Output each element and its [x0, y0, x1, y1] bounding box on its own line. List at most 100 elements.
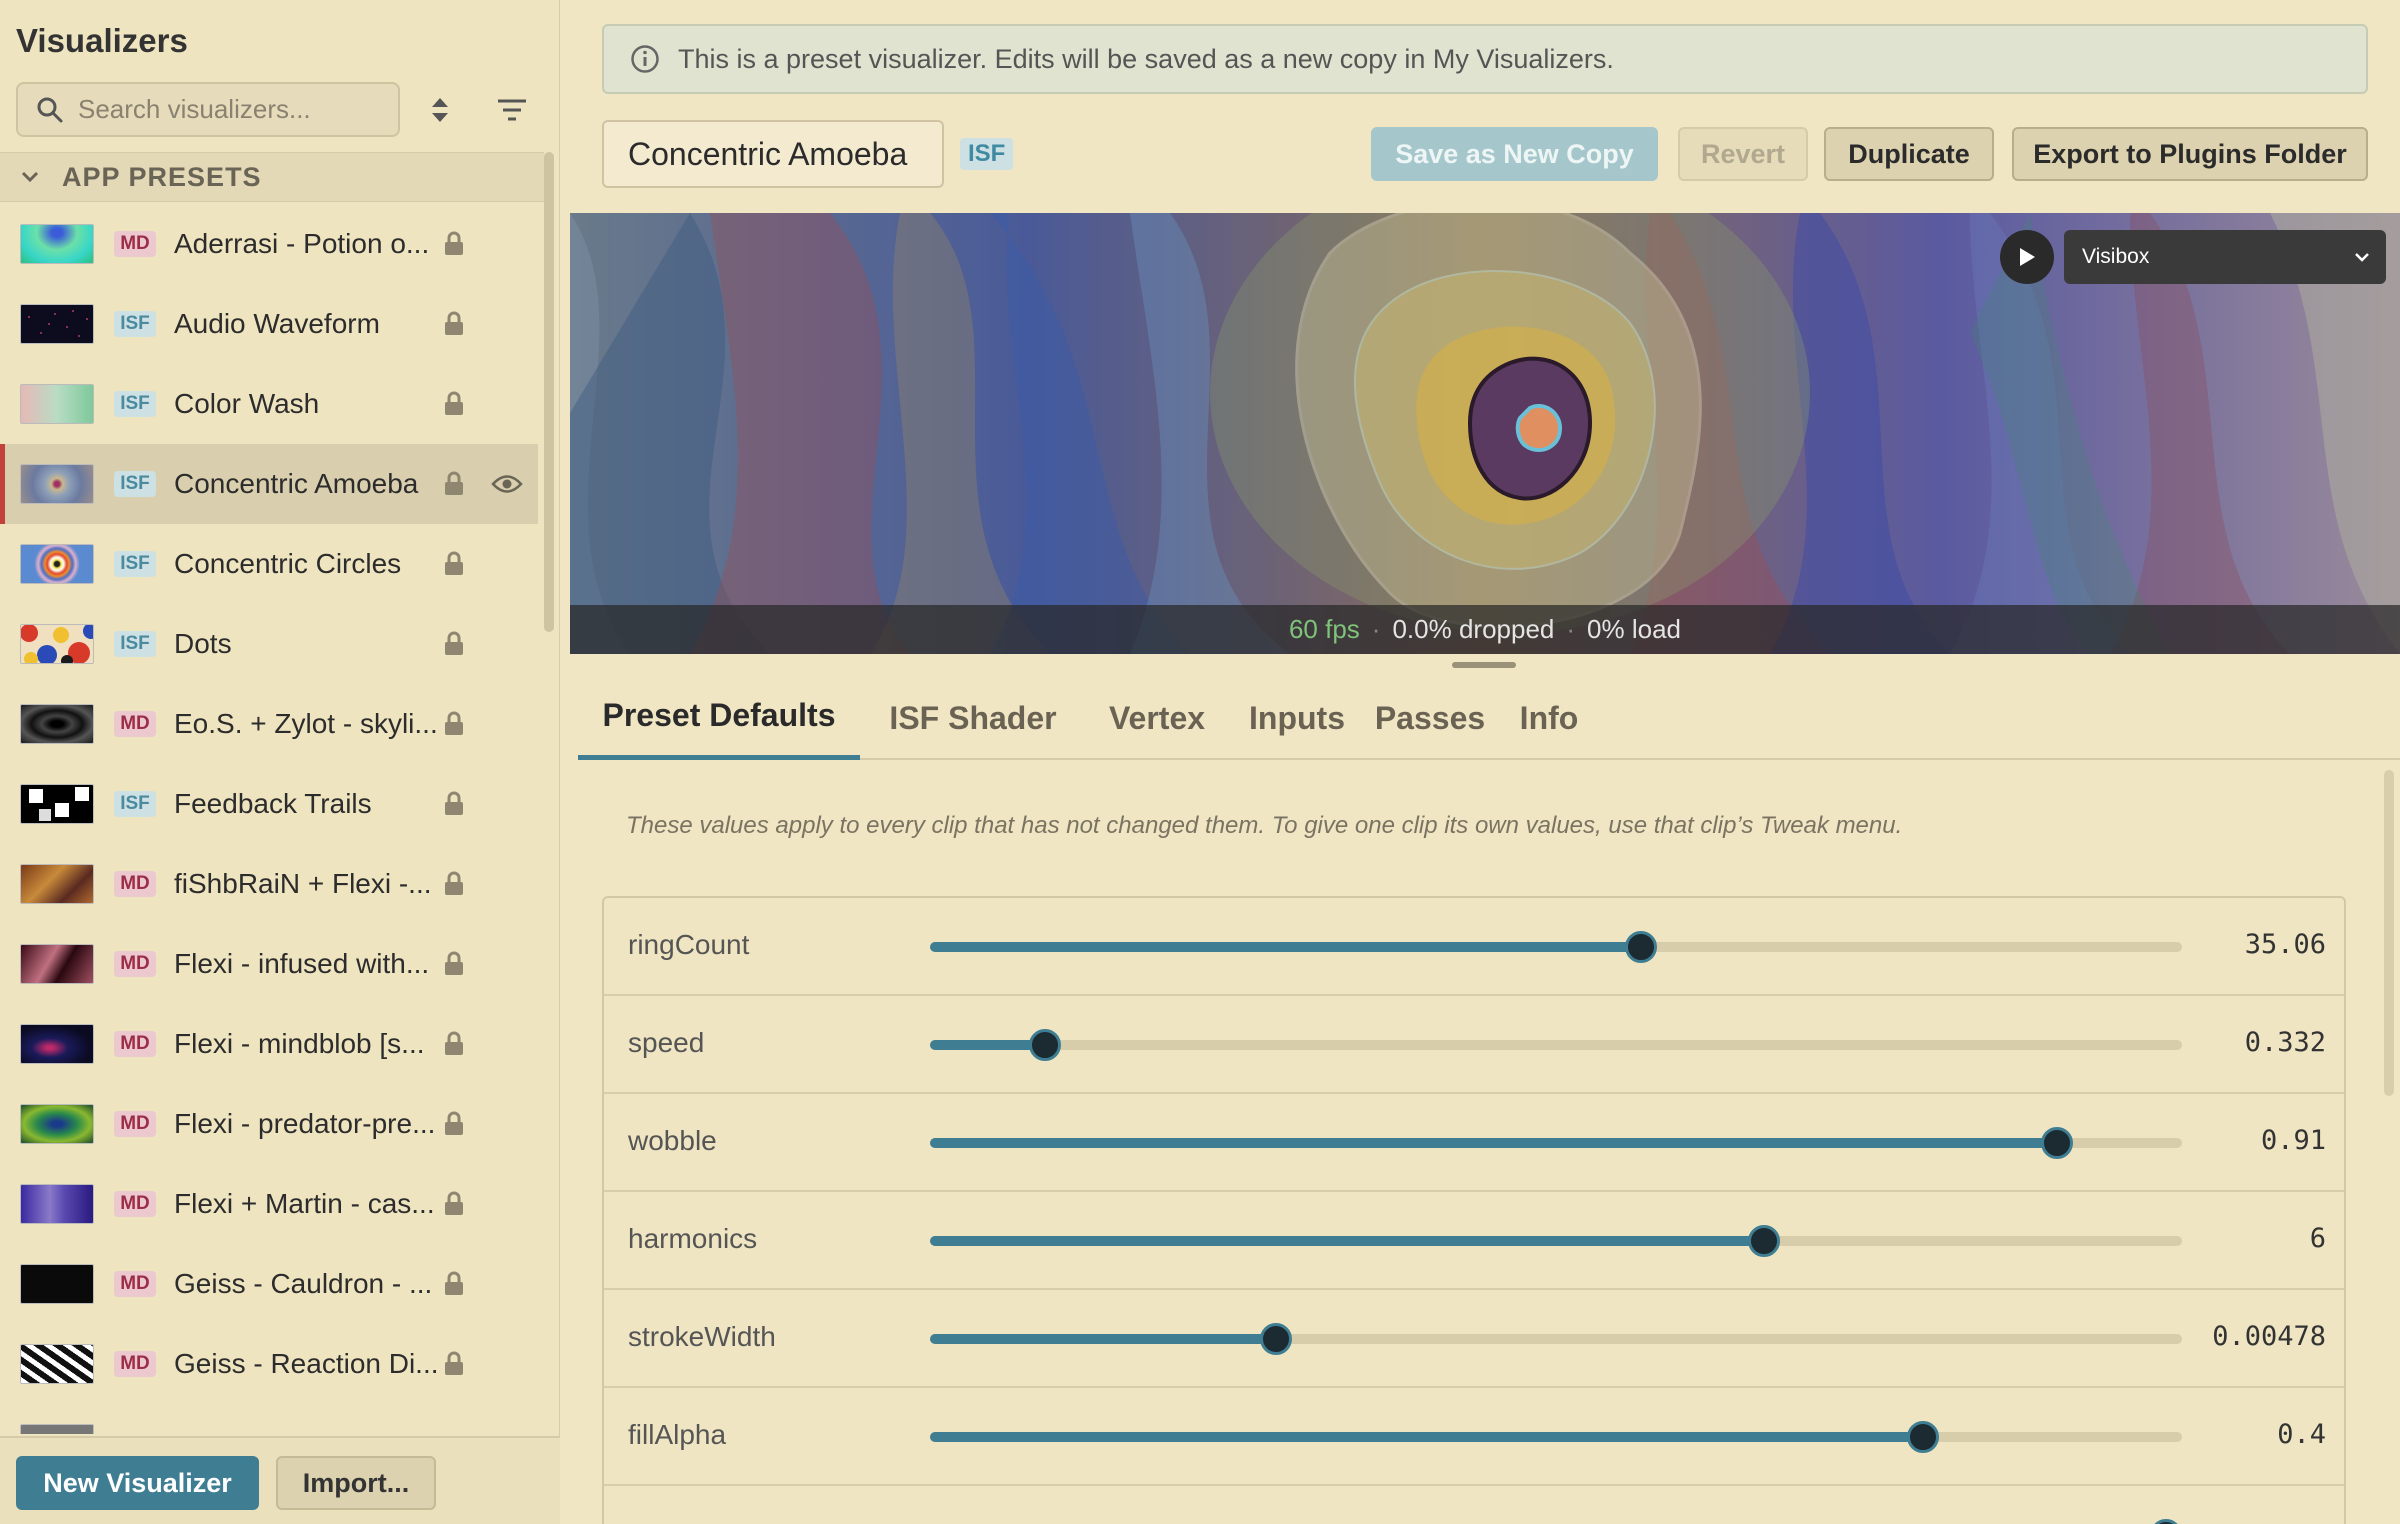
separator: ·: [1371, 614, 1381, 644]
lock-icon: [445, 231, 463, 255]
lock-icon: [445, 1351, 463, 1375]
tab-vertex[interactable]: Vertex: [1086, 676, 1228, 760]
md-badge: MD: [114, 1191, 156, 1217]
slider-knob[interactable]: [2149, 1519, 2182, 1524]
new-visualizer-button[interactable]: New Visualizer: [16, 1456, 259, 1510]
list-item[interactable]: MD Geiss - Cauldron - ...: [0, 1244, 538, 1324]
param-value[interactable]: 0.00478: [2212, 1321, 2326, 1352]
lock-icon: [445, 791, 463, 815]
param-value[interactable]: 0.332: [2245, 1027, 2326, 1058]
list-item[interactable]: MD Flexi - predator-pre...: [0, 1084, 538, 1164]
tab-info[interactable]: Info: [1504, 676, 1594, 760]
lock-icon: [445, 471, 463, 495]
thumbnail: [20, 704, 94, 744]
visualizer-name-field[interactable]: Concentric Amoeba: [602, 120, 944, 188]
list-item[interactable]: ISF Dots: [0, 604, 538, 684]
slider-knob[interactable]: [1747, 1225, 1780, 1257]
search-input[interactable]: [78, 94, 378, 125]
eye-icon[interactable]: [491, 473, 523, 495]
sidebar-scrollbar[interactable]: [544, 152, 554, 632]
param-value[interactable]: 0.4: [2277, 1419, 2326, 1450]
list-item[interactable]: MD Flexi - mindblob [s...: [0, 1004, 538, 1084]
slider-knob[interactable]: [1906, 1421, 1939, 1453]
lock-icon: [445, 311, 463, 335]
param-slider[interactable]: [930, 1323, 2182, 1355]
param-value[interactable]: 35.06: [2245, 929, 2326, 960]
param-slider[interactable]: [930, 1127, 2182, 1159]
thumbnail: [20, 1104, 94, 1144]
panel-scrollbar[interactable]: [2384, 770, 2394, 1096]
thumbnail: [20, 1024, 94, 1064]
sort-button[interactable]: [420, 90, 460, 130]
param-value[interactable]: 0.91: [2261, 1125, 2326, 1156]
list-item[interactable]: ISF Feedback Trails: [0, 764, 538, 844]
item-name: Geiss - Cauldron - ...: [174, 1268, 433, 1299]
slider-knob[interactable]: [1259, 1323, 1292, 1355]
list-item[interactable]: [0, 1404, 538, 1434]
import-button[interactable]: Import...: [276, 1456, 436, 1510]
param-row: wobble 0.91: [604, 1094, 2344, 1192]
preview-resize-handle[interactable]: [1452, 662, 1516, 668]
param-row: [604, 1486, 2344, 1524]
lock-icon: [445, 871, 463, 895]
output-select[interactable]: Visibox: [2064, 230, 2386, 284]
item-name: Flexi + Martin - cas...: [174, 1188, 435, 1219]
list-item[interactable]: MD Eo.S. + Zylot - skyli...: [0, 684, 538, 764]
item-name: Eo.S. + Zylot - skyli...: [174, 708, 438, 739]
param-slider[interactable]: [930, 1421, 2182, 1453]
item-name: Aderrasi - Potion o...: [174, 228, 430, 259]
list-item[interactable]: MD fiShbRaiN + Flexi -...: [0, 844, 538, 924]
param-name: speed: [628, 1027, 705, 1058]
tab-inputs[interactable]: Inputs: [1238, 676, 1356, 760]
param-slider[interactable]: [930, 1225, 2182, 1257]
tab-isf-shader[interactable]: ISF Shader: [868, 676, 1078, 760]
info-icon: [631, 45, 659, 73]
item-name: Flexi - infused with...: [174, 948, 430, 979]
lock-icon: [445, 391, 463, 415]
list-item[interactable]: MD Geiss - Reaction Di...: [0, 1324, 538, 1404]
list-item[interactable]: ISF Color Wash: [0, 364, 538, 444]
tab-preset-defaults[interactable]: Preset Defaults: [578, 676, 860, 760]
param-slider[interactable]: [930, 1029, 2182, 1061]
app-presets-section-header[interactable]: APP PRESETS: [0, 152, 544, 202]
md-badge: MD: [114, 1271, 156, 1297]
list-item[interactable]: MD Aderrasi - Potion o...: [0, 204, 538, 284]
param-name: strokeWidth: [628, 1321, 776, 1352]
tab-passes[interactable]: Passes: [1366, 676, 1494, 760]
slider-knob[interactable]: [1625, 931, 1658, 963]
item-name: Audio Waveform: [174, 308, 380, 339]
play-button[interactable]: [2000, 230, 2054, 284]
filter-button[interactable]: [492, 90, 532, 130]
param-name: fillAlpha: [628, 1419, 727, 1450]
item-name: Color Wash: [174, 388, 320, 419]
thumbnail: [20, 304, 94, 344]
md-badge: MD: [114, 711, 156, 737]
isf-badge: ISF: [114, 631, 156, 657]
list-item-selected[interactable]: ISF Concentric Amoeba: [0, 444, 538, 524]
sidebar-title: Visualizers: [16, 22, 188, 59]
item-name: Concentric Amoeba: [174, 468, 419, 499]
sidebar-footer: New Visualizer Import...: [0, 1436, 560, 1524]
param-slider[interactable]: [930, 931, 2182, 963]
list-item[interactable]: MD Flexi + Martin - cas...: [0, 1164, 538, 1244]
param-row: ringCount 35.06: [604, 898, 2344, 996]
panel-hint: These values apply to every clip that ha…: [626, 812, 1903, 839]
sort-icon: [432, 98, 448, 122]
stats-bar: 60 fps · 0.0% dropped · 0% load: [570, 605, 2400, 654]
duplicate-button[interactable]: Duplicate: [1824, 127, 1994, 181]
revert-button[interactable]: Revert: [1678, 127, 1808, 181]
param-value[interactable]: 6: [2310, 1223, 2326, 1254]
item-name: Flexi - predator-pre...: [174, 1108, 436, 1139]
banner-text: This is a preset visualizer. Edits will …: [678, 43, 1614, 74]
preset-info-banner: This is a preset visualizer. Edits will …: [602, 24, 2368, 94]
save-as-new-copy-button[interactable]: Save as New Copy: [1371, 127, 1658, 181]
list-item[interactable]: ISF Concentric Circles: [0, 524, 538, 604]
export-to-plugins-folder-button[interactable]: Export to Plugins Folder: [2012, 127, 2368, 181]
load-readout: 0% load: [1587, 614, 1682, 644]
slider-knob[interactable]: [2040, 1127, 2073, 1159]
list-item[interactable]: MD Flexi - infused with...: [0, 924, 538, 1004]
slider-knob[interactable]: [1029, 1029, 1062, 1061]
preset-defaults-panel: These values apply to every clip that ha…: [578, 762, 2384, 1524]
list-item[interactable]: ISF Audio Waveform: [0, 284, 538, 364]
search-box[interactable]: [16, 82, 400, 137]
